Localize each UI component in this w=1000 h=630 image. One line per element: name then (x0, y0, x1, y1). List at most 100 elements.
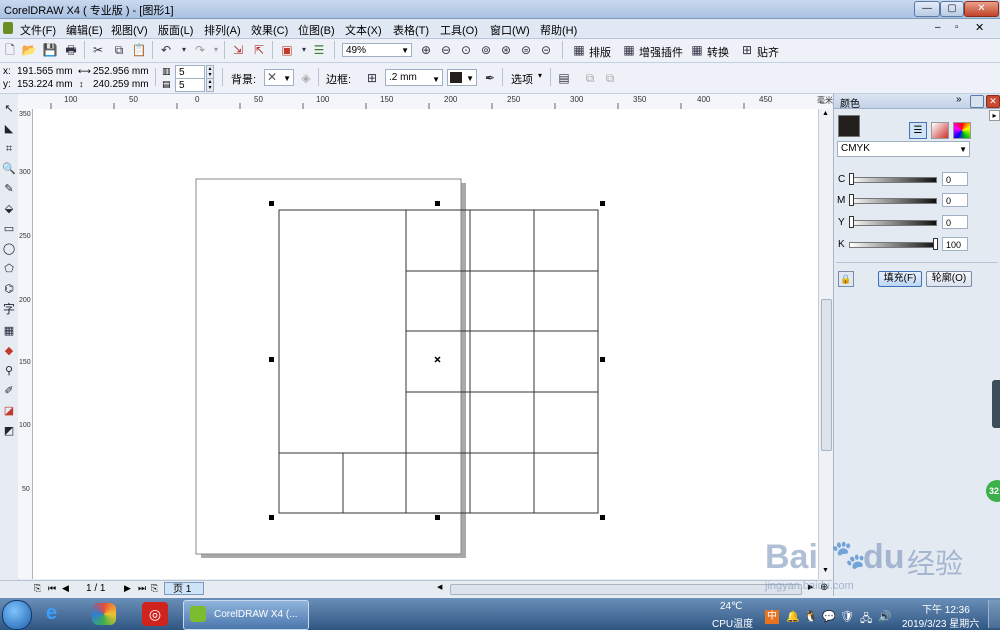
clock-time[interactable]: 下午 12:36 (922, 601, 970, 616)
doc-restore-icon[interactable]: ▫ (955, 22, 959, 33)
outline-pen-icon[interactable]: ✒ (482, 70, 498, 86)
color-palette-icon[interactable] (953, 122, 971, 139)
chevron-down-icon[interactable]: ▾ (538, 71, 542, 80)
table-columns-field[interactable]: 5 (175, 65, 205, 79)
side-gadget-strip[interactable] (992, 380, 1000, 428)
height-field[interactable]: 240.259 mm (90, 78, 149, 92)
lock-icon[interactable]: 🔒 (838, 271, 854, 287)
vertical-scroll-thumb[interactable] (821, 299, 832, 451)
start-button[interactable] (2, 600, 32, 630)
color-sliders-icon[interactable]: ☰ (909, 122, 927, 139)
new-document-icon[interactable]: 🗋 (2, 42, 18, 58)
channel-c-value[interactable]: 0 (942, 172, 968, 186)
fill-edit-icon[interactable]: ◈ (298, 70, 314, 86)
welcome-screen-icon[interactable]: ☰ (311, 42, 327, 58)
zoom-page-icon[interactable]: ⊛ (498, 42, 514, 58)
ie-browser-icon[interactable]: e (46, 602, 57, 625)
channel-m-value[interactable]: 0 (942, 193, 968, 207)
tray-network-icon[interactable]: 🖧 (860, 610, 872, 629)
tray-security-icon[interactable]: 🛡 (840, 610, 854, 623)
background-color-picker[interactable]: ✕ ▼ (264, 69, 294, 86)
snap-button[interactable]: 贴齐 (757, 44, 779, 60)
open-folder-icon[interactable]: 📂 (21, 42, 37, 58)
table-tool-icon[interactable]: ▦ (1, 322, 17, 340)
zoom-all-icon[interactable]: ⊚ (478, 42, 494, 58)
channel-c-slider[interactable] (849, 177, 937, 183)
menu-text[interactable]: 文本(X) (345, 22, 382, 38)
channel-k-handle[interactable] (933, 238, 938, 250)
tray-bell-icon[interactable]: 🔔 (786, 610, 800, 623)
docker-close-button[interactable]: ✕ (986, 95, 1000, 108)
table-rows-field[interactable]: 5 (175, 78, 205, 92)
color-model-select[interactable]: CMYK ▼ (837, 141, 970, 157)
minimize-button[interactable]: — (914, 1, 940, 17)
page-tab[interactable]: 页 1 (164, 582, 204, 595)
convert-button[interactable]: 转换 (707, 44, 729, 60)
menu-window[interactable]: 窗口(W) (490, 22, 530, 38)
zoom-in-icon[interactable]: ⊕ (418, 42, 434, 58)
border-width-select[interactable]: .2 mm ▼ (385, 69, 443, 86)
freehand-tool-icon[interactable]: ✎ (1, 180, 17, 198)
border-color-picker[interactable]: ▼ (447, 69, 477, 86)
to-back-icon[interactable]: ⧉ (602, 70, 618, 86)
docker-minimize-button[interactable] (970, 95, 984, 108)
crop-tool-icon[interactable]: ⌗ (1, 140, 17, 158)
app-launcher-icon[interactable] (92, 603, 116, 625)
menu-view[interactable]: 视图(V) (111, 22, 148, 38)
rectangle-tool-icon[interactable]: ▭ (1, 220, 17, 238)
docker-expand-icon[interactable]: » (956, 94, 962, 105)
cut-icon[interactable]: ✂ (90, 42, 106, 58)
undo-icon[interactable]: ↶ (158, 42, 174, 58)
shape-tool-icon[interactable]: ◣ (1, 120, 17, 138)
horizontal-ruler[interactable]: 100 50 0 50 100 150 200 250 300 350 400 … (18, 94, 833, 110)
last-page-icon[interactable]: ⏭ (138, 583, 146, 594)
channel-m-slider[interactable] (849, 198, 937, 204)
launcher-dropdown-icon[interactable]: ▾ (296, 42, 312, 58)
import-icon[interactable]: ⇲ (230, 42, 246, 58)
doc-minimize-icon[interactable]: – (935, 22, 941, 33)
eyedropper-tool-icon[interactable]: ⚲ (1, 362, 17, 380)
menu-arrange[interactable]: 排列(A) (204, 22, 241, 38)
tray-volume-icon[interactable]: 🔊 (878, 610, 892, 623)
x-position-field[interactable]: 191.565 mm (14, 65, 73, 79)
export-icon[interactable]: ⇱ (251, 42, 267, 58)
channel-k-slider[interactable] (849, 242, 937, 248)
outline-button[interactable]: 轮廓(O) (926, 271, 972, 287)
application-launcher-icon[interactable]: ▣ (279, 42, 295, 58)
options-dropdown[interactable]: 选项 (511, 71, 533, 87)
channel-m-handle[interactable] (849, 194, 854, 206)
channel-y-handle[interactable] (849, 216, 854, 228)
polygon-tool-icon[interactable]: ⬠ (1, 260, 17, 278)
wrap-paragraph-icon[interactable]: ▤ (556, 70, 572, 86)
fill-button[interactable]: 填充(F) (878, 271, 922, 287)
enhance-plugin-button[interactable]: 增强插件 (639, 44, 683, 60)
zoom-width-icon[interactable]: ⊜ (518, 42, 534, 58)
layout-plugin-button[interactable]: 排版 (589, 44, 611, 60)
close-button[interactable]: ✕ (964, 1, 999, 17)
columns-spinner[interactable]: ▴ ▾ (206, 65, 214, 79)
channel-k-value[interactable]: 100 (942, 237, 968, 251)
add-page-after-icon[interactable]: ⎘ (151, 583, 158, 594)
music-app-icon[interactable]: ◎ (142, 602, 168, 626)
channel-y-value[interactable]: 0 (942, 215, 968, 229)
prev-page-icon[interactable]: ◀ (62, 583, 69, 594)
paste-icon[interactable]: 📋 (131, 42, 147, 58)
to-front-icon[interactable]: ⧉ (582, 70, 598, 86)
fill-tool-icon[interactable]: ◪ (1, 402, 17, 420)
pick-tool-icon[interactable]: ↖ (1, 100, 17, 118)
menu-effects[interactable]: 效果(C) (251, 22, 288, 38)
zoom-height-icon[interactable]: ⊝ (538, 42, 554, 58)
docker-menu-arrow-icon[interactable]: ▸ (989, 110, 1000, 121)
rows-spinner[interactable]: ▴ ▾ (206, 78, 214, 92)
zoom-tool-icon[interactable]: 🔍 (1, 160, 17, 178)
undo-dropdown-icon[interactable]: ▾ (176, 42, 192, 58)
y-position-field[interactable]: 153.224 mm (14, 78, 73, 92)
scroll-left-icon[interactable]: ◀ (437, 583, 442, 591)
redo-dropdown-icon[interactable]: ▾ (208, 42, 224, 58)
print-icon[interactable]: 🖶 (63, 42, 79, 58)
clock-date[interactable]: 2019/3/23 星期六 (902, 615, 979, 630)
horizontal-scroll-thumb[interactable] (450, 584, 802, 595)
ellipse-tool-icon[interactable]: ◯ (1, 240, 17, 258)
add-page-before-icon[interactable]: ⎘ (34, 583, 41, 594)
color-viewer-icon[interactable] (931, 122, 949, 139)
